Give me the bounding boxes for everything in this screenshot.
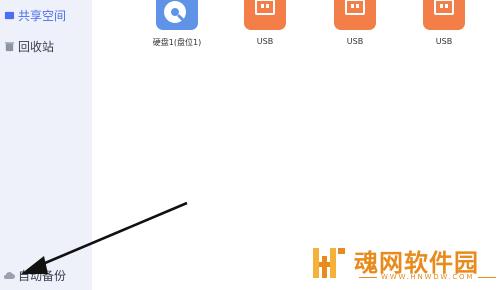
watermark-url: WWW.HNWDW.COM [355,273,500,281]
watermark: 魂网软件园 WWW.HNWDW.COM [312,244,498,284]
watermark-logo-icon [313,248,345,278]
